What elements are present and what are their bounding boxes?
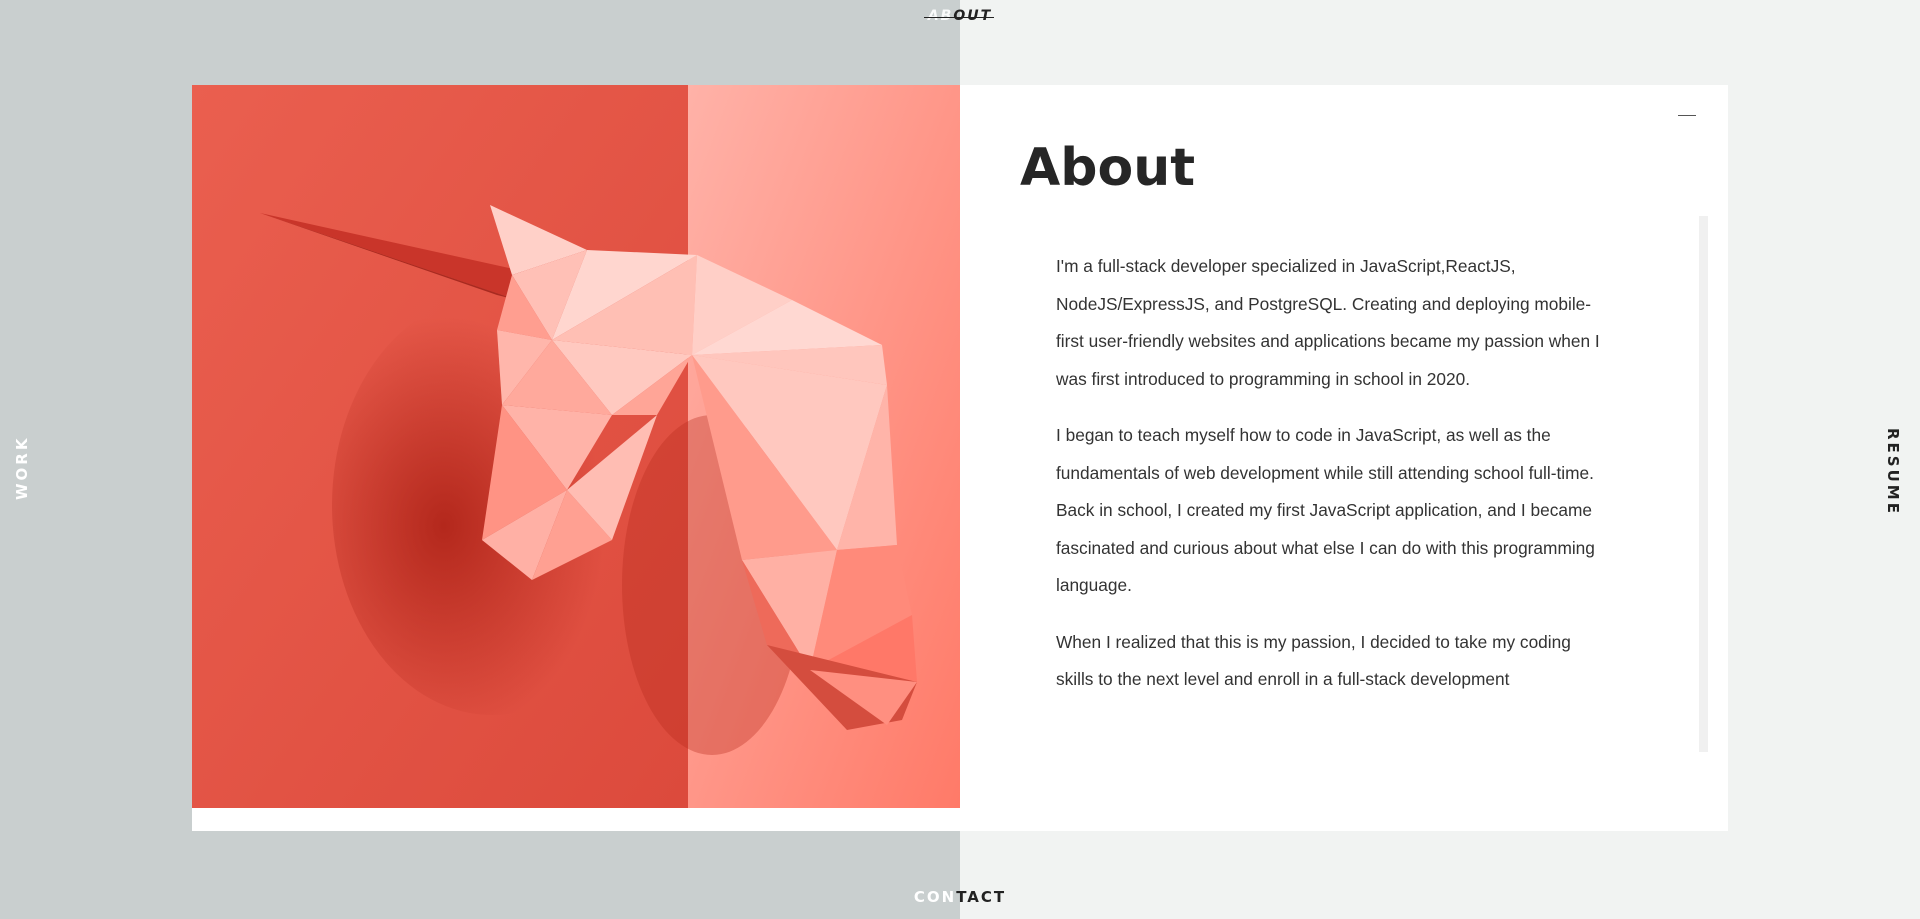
nav-contact-dark: TACT [956,888,1007,906]
nav-work-link[interactable]: WORK [13,436,31,500]
about-paragraph: I'm a full-stack developer specialized i… [1056,256,1600,389]
about-text-scroll-area[interactable]: I'm a full-stack developer specialized i… [1056,248,1604,756]
about-paragraph: When I realized that this is my passion,… [1056,631,1571,690]
unicorn-image [192,85,960,808]
nav-about-strike [924,17,994,18]
nav-resume-link[interactable]: RESUME [1884,428,1902,516]
nav-contact-link[interactable]: CONTACT [0,888,1920,906]
nav-about-link[interactable]: ABOUT [0,8,1920,24]
nav-about-faded: AB [927,8,954,24]
close-button[interactable] [1670,104,1704,126]
scrollbar[interactable] [1699,216,1708,752]
nav-contact-faded: CON [913,888,957,906]
page-title: About [1020,138,1196,198]
nav-about-dark: OUT [953,8,993,24]
about-paragraph: I began to teach myself how to code in J… [1056,425,1595,595]
unicorn-illustration [192,85,960,808]
